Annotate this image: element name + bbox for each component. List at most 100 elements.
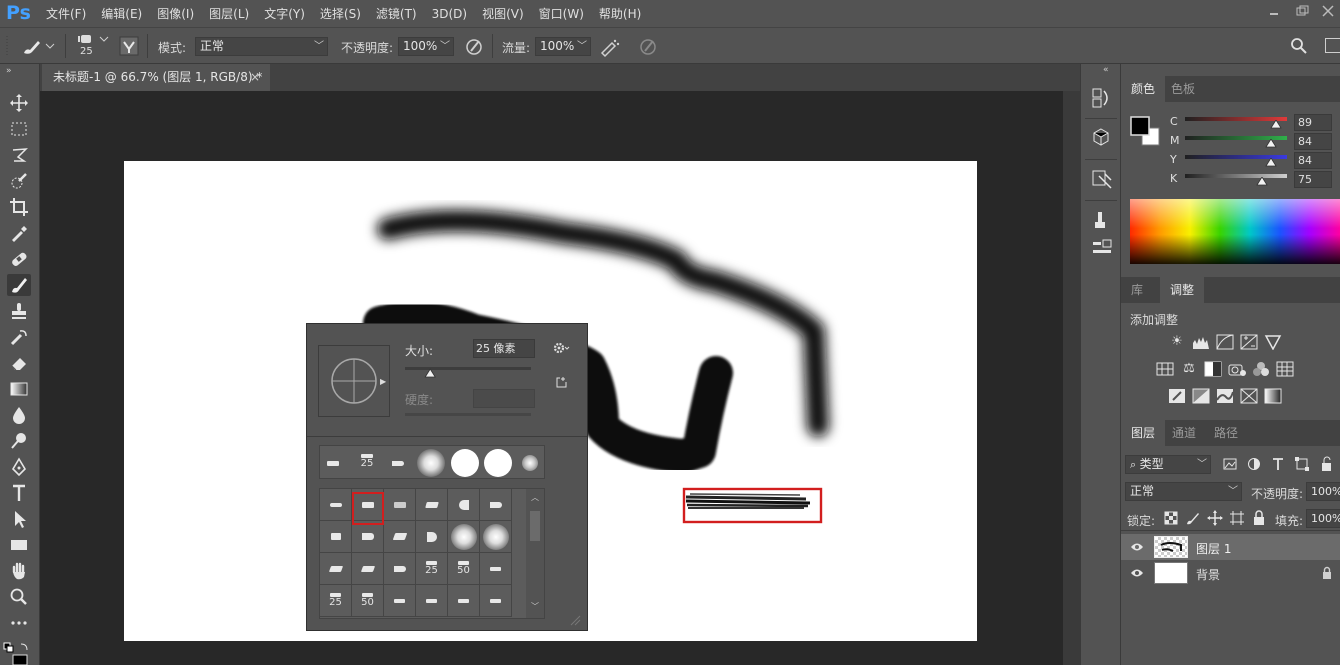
new-preset-icon[interactable]: [556, 376, 568, 388]
channel-slider-thumb[interactable]: [1255, 177, 1268, 186]
brush-panel-toggle-icon[interactable]: [119, 36, 139, 56]
brush-preset-soft[interactable]: [448, 521, 480, 553]
hue-saturation-icon[interactable]: [1156, 361, 1174, 377]
marquee-tool-icon[interactable]: [7, 118, 31, 140]
brush-preset[interactable]: [480, 553, 512, 585]
brush-preset[interactable]: [352, 553, 384, 585]
tab-adjustments[interactable]: 调整: [1160, 277, 1205, 303]
path-selection-tool-icon[interactable]: [7, 508, 31, 530]
smart-object-filter-icon[interactable]: [1318, 456, 1336, 472]
rectangle-tool-icon[interactable]: [7, 534, 31, 556]
layer-row-layer1[interactable]: 图层 1: [1121, 534, 1340, 560]
type-tool-icon[interactable]: [7, 482, 31, 504]
brush-preset[interactable]: [448, 585, 480, 617]
shape-filter-icon[interactable]: [1294, 456, 1312, 472]
tab-paths[interactable]: 路径: [1204, 420, 1248, 446]
menu-edit[interactable]: 编辑(E): [101, 5, 142, 22]
recent-brush-hard-round[interactable]: [451, 449, 479, 477]
levels-icon[interactable]: [1192, 334, 1210, 350]
grid-scrollbar[interactable]: ︿ ﹀: [526, 489, 544, 618]
opacity-field[interactable]: 100% ﹀: [398, 37, 454, 56]
brush-preset[interactable]: [480, 585, 512, 617]
brush-preset[interactable]: 25: [320, 585, 352, 617]
move-tool-icon[interactable]: [7, 92, 31, 114]
menu-filter[interactable]: 滤镜(T): [376, 5, 417, 22]
brush-preset[interactable]: [480, 489, 512, 521]
zoom-tool-icon[interactable]: [7, 586, 31, 608]
channel-value-field[interactable]: 84: [1294, 152, 1332, 169]
close-window-button[interactable]: [1318, 4, 1338, 18]
menu-select[interactable]: 选择(S): [320, 5, 361, 22]
quick-selection-tool-icon[interactable]: [7, 170, 31, 192]
tab-channels[interactable]: 通道: [1162, 420, 1206, 446]
layer-filter-select[interactable]: ⌕ 类型 ﹀: [1125, 455, 1211, 474]
brush-preset[interactable]: [384, 521, 416, 553]
lock-all-icon[interactable]: [1251, 510, 1269, 526]
recent-brush-hard-round[interactable]: [484, 449, 512, 477]
vibrance-icon[interactable]: [1264, 334, 1282, 350]
menu-help[interactable]: 帮助(H): [599, 5, 641, 22]
type-filter-icon[interactable]: [1270, 456, 1288, 472]
channel-mixer-icon[interactable]: [1252, 361, 1270, 377]
dodge-tool-icon[interactable]: [7, 430, 31, 452]
brush-preset[interactable]: [384, 489, 416, 521]
preview-menu-icon[interactable]: ▶: [380, 377, 386, 386]
brush-presets-panel-icon[interactable]: [1091, 237, 1113, 259]
threshold-icon[interactable]: [1216, 388, 1234, 404]
size-slider-thumb[interactable]: [424, 368, 436, 378]
color-balance-icon[interactable]: ⚖: [1180, 361, 1198, 377]
brush-tool-preset-icon[interactable]: [20, 36, 56, 56]
blend-mode-select[interactable]: 正常 ﹀: [1125, 482, 1242, 501]
tab-swatches[interactable]: 色板: [1161, 76, 1205, 102]
recent-brush-item[interactable]: [322, 452, 344, 474]
minimize-button[interactable]: [1264, 4, 1284, 18]
tab-color[interactable]: 颜色: [1121, 76, 1166, 102]
expand-panels-icon[interactable]: «: [1103, 65, 1109, 75]
close-tab-icon[interactable]: ×: [250, 64, 260, 91]
lasso-tool-icon[interactable]: [7, 144, 31, 166]
blur-tool-icon[interactable]: [7, 404, 31, 426]
menu-window[interactable]: 窗口(W): [539, 5, 584, 22]
channel-slider[interactable]: [1185, 174, 1287, 178]
layer-name[interactable]: 图层 1: [1196, 540, 1231, 557]
menu-3d[interactable]: 3D(D): [432, 7, 467, 21]
menu-file[interactable]: 文件(F): [46, 5, 86, 22]
workspace-switcher-icon[interactable]: [1325, 38, 1340, 53]
menu-image[interactable]: 图像(I): [157, 5, 194, 22]
exposure-icon[interactable]: [1240, 334, 1258, 350]
fill-field[interactable]: 100%: [1306, 509, 1340, 528]
pen-tool-icon[interactable]: [7, 456, 31, 478]
layer-row-background[interactable]: 背景: [1121, 560, 1340, 586]
layer-name[interactable]: 背景: [1196, 566, 1220, 583]
clone-stamp-tool-icon[interactable]: [7, 300, 31, 322]
gradient-map-icon[interactable]: [1264, 388, 1282, 404]
recent-brush-soft-round[interactable]: [417, 449, 445, 477]
channel-value-field[interactable]: 84: [1294, 133, 1332, 150]
brush-preset[interactable]: [384, 553, 416, 585]
pressure-opacity-icon[interactable]: [463, 36, 485, 58]
history-panel-icon[interactable]: [1091, 86, 1111, 110]
color-lookup-icon[interactable]: [1276, 361, 1294, 377]
black-white-icon[interactable]: [1204, 361, 1222, 377]
brush-preset[interactable]: [320, 489, 352, 521]
selective-color-icon[interactable]: [1240, 388, 1258, 404]
image-filter-icon[interactable]: [1222, 456, 1240, 472]
adjustment-filter-icon[interactable]: [1246, 456, 1264, 472]
color-spectrum[interactable]: [1130, 199, 1340, 264]
brush-preset[interactable]: [352, 521, 384, 553]
grid-scrollbar-thumb[interactable]: [530, 511, 540, 541]
eye-icon[interactable]: [1130, 541, 1144, 553]
menu-layer[interactable]: 图层(L): [209, 5, 249, 22]
gradient-tool-icon[interactable]: [7, 378, 31, 400]
recent-brush-item[interactable]: [387, 452, 409, 474]
tab-libraries[interactable]: 库: [1121, 277, 1153, 303]
airbrush-icon[interactable]: [598, 36, 620, 58]
swap-colors-icon[interactable]: [3, 641, 37, 665]
curves-icon[interactable]: [1216, 334, 1234, 350]
photo-filter-icon[interactable]: [1228, 361, 1246, 377]
flow-field[interactable]: 100% ﹀: [535, 37, 591, 56]
brush-preset-soft[interactable]: [480, 521, 512, 553]
channel-slider-thumb[interactable]: [1270, 120, 1282, 129]
brush-preset[interactable]: 50: [448, 553, 480, 585]
brush-panel-icon[interactable]: [1091, 210, 1111, 232]
